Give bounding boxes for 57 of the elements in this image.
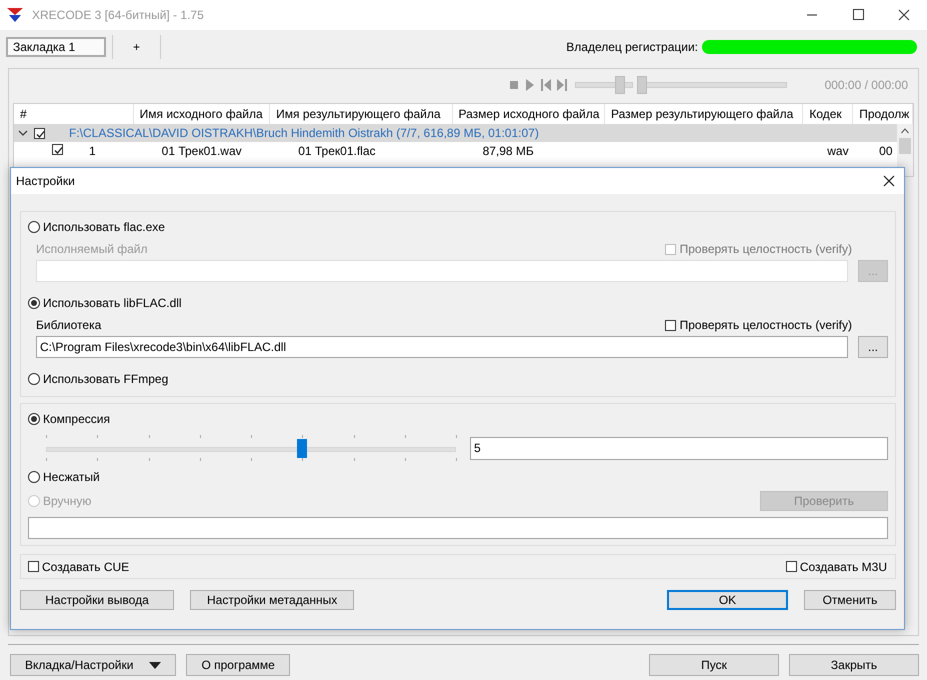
button[interactable]: О программе [186,654,290,676]
table-cell: 1 [89,144,96,158]
table-cell: 87,98 МБ [482,144,534,158]
button[interactable]: OK [667,590,788,610]
radio-button[interactable] [28,297,40,309]
window-title: XRECODE 3 [64-битный] - 1.75 [32,8,205,22]
caret-icon [149,662,162,668]
table-cell: 01 Трек01.flac [298,144,376,158]
folder-path: F:\CLASSICAL\DAVID OISTRAKH\Bruch Hindemith Oistrakh (7/7, 616,89 МБ, 01:01:07) [69,126,539,140]
field-label: Библиотека [36,318,102,332]
button[interactable]: Пуск [649,654,779,676]
button[interactable]: Отменить [804,590,896,610]
table-cell: wav [827,144,849,158]
registration-label: Владелец регистрации: [566,40,698,54]
button[interactable]: Закрыть [789,654,919,676]
checkbox-label: Проверять целостность (verify) [680,318,852,332]
radio-label: Несжатый [43,470,100,484]
radio-label: Компрессия [43,412,110,426]
dialog-title: Настройки [16,174,75,188]
button[interactable]: Настройки вывода [20,590,174,610]
close-icon[interactable] [896,7,912,23]
radio-label: Использовать libFLAC.dll [43,296,182,310]
menu-button[interactable]: Вкладка/Настройки [10,654,176,676]
checkbox[interactable] [786,561,797,572]
table-cell: 01 Трек01.wav [162,144,242,158]
table-cell: 00 [879,144,892,158]
app-logo-icon [6,7,24,23]
radio-label: Использовать flac.exe [43,220,165,234]
checkbox-label: Создавать CUE [42,560,130,574]
time-display: 000:00 / 000:00 [824,78,908,92]
slider-thumb[interactable] [636,76,647,94]
checkbox-label: Проверять целостность (verify) [680,242,852,256]
tab[interactable]: Закладка 1 [6,37,106,57]
checkbox-label: Создавать M3U [800,560,887,574]
radio-label: Использовать FFmpeg [43,372,168,386]
tab[interactable]: + [112,35,162,59]
maximize-icon[interactable] [850,7,866,23]
parameters-field[interactable] [28,517,888,539]
browse-button[interactable]: ... [858,336,888,358]
field-label: Исполняемый файл [36,242,148,256]
slider-thumb[interactable] [615,76,626,94]
close-icon[interactable] [882,174,896,188]
checkbox[interactable] [34,128,45,138]
scrollbar-thumb[interactable] [899,138,911,154]
radio-button[interactable] [28,373,40,385]
checkbox[interactable] [52,144,63,155]
radio-button[interactable] [28,413,40,425]
compression-field[interactable]: 5 [470,436,888,460]
checkbox[interactable] [664,320,676,330]
radio-button[interactable] [28,471,40,483]
slider-thumb[interactable] [297,439,308,458]
radio-label: Вручную [43,494,92,508]
checkbox[interactable] [28,561,39,572]
button[interactable]: Настройки метаданных [190,590,354,610]
chevron-icon[interactable] [18,128,28,138]
path-field[interactable]: C:\Program Files\xrecode3\bin\x64\libFLAC.dll [36,336,848,358]
scroll-up-icon[interactable] [901,128,909,134]
